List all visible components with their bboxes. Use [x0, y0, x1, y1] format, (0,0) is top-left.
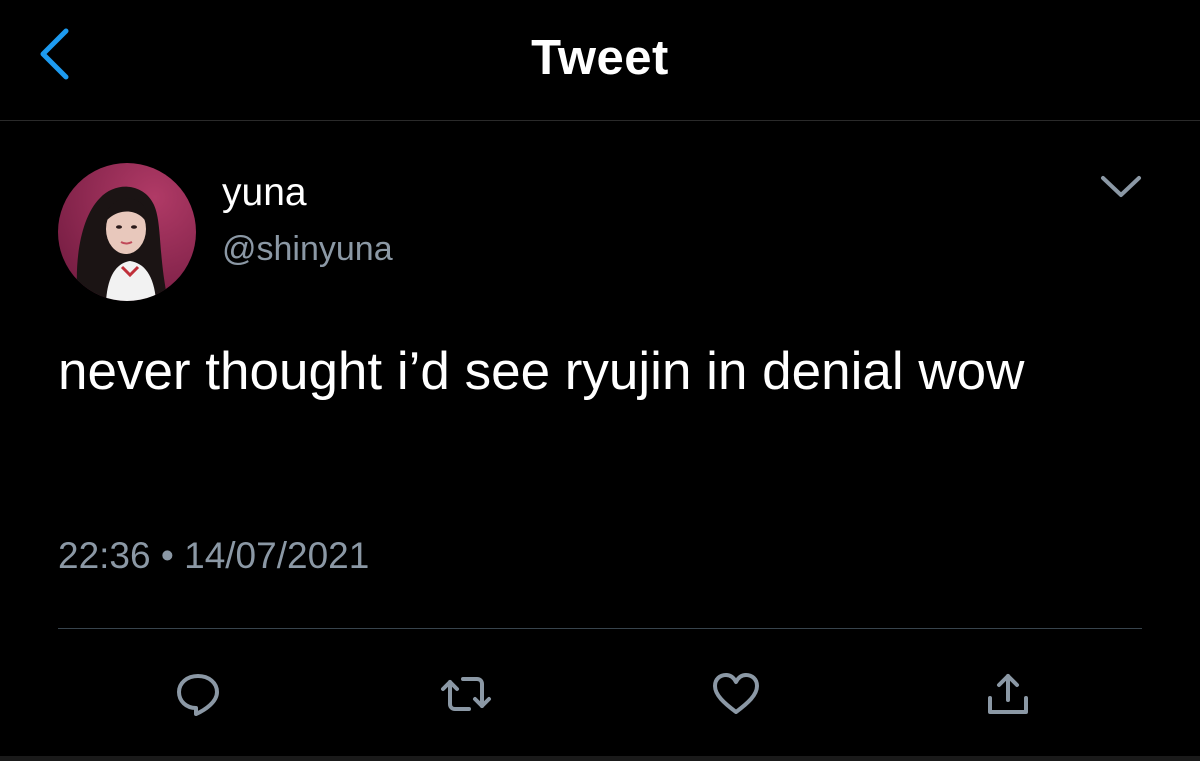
tweet-timestamp: 22:36 • 14/07/2021: [58, 534, 369, 578]
bottom-border: [0, 756, 1200, 761]
tweet-text: never thought i’d see ryujin in denial w…: [58, 342, 1025, 401]
tweet-time: 22:36: [58, 535, 151, 576]
heart-icon: [713, 673, 759, 714]
retweet-icon: [441, 677, 491, 711]
timestamp-separator: •: [160, 535, 174, 576]
chevron-down-icon: [1101, 176, 1141, 197]
retweet-button[interactable]: [440, 668, 492, 720]
share-icon: [988, 674, 1028, 714]
reply-icon: [177, 674, 219, 716]
page-title: Tweet: [531, 31, 669, 85]
author-display-name[interactable]: yuna: [222, 170, 307, 216]
like-button[interactable]: [710, 668, 762, 720]
share-button[interactable]: [982, 668, 1034, 720]
author-handle[interactable]: @shinyuna: [222, 228, 393, 270]
reply-button[interactable]: [172, 668, 224, 720]
header-divider: [0, 120, 1200, 121]
more-options-button[interactable]: [1096, 168, 1146, 208]
tweet-date: 14/07/2021: [184, 535, 370, 576]
top-navigation-bar: Tweet: [0, 0, 1200, 120]
avatar[interactable]: [58, 163, 196, 301]
profile-photo: [58, 163, 196, 301]
actions-divider: [58, 628, 1142, 629]
